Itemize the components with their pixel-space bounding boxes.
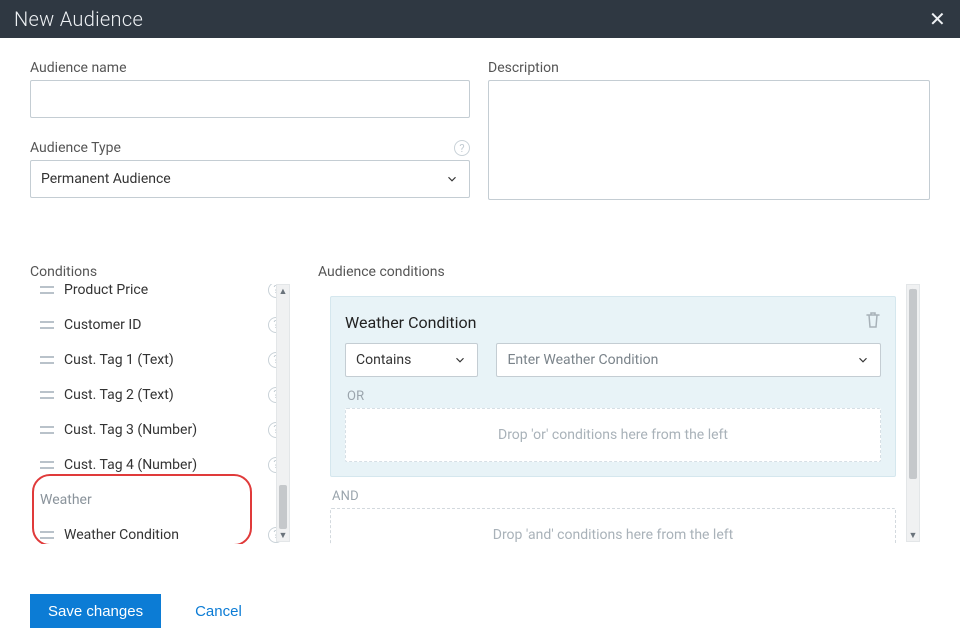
cancel-button[interactable]: Cancel: [189, 602, 248, 621]
condition-title: Weather Condition: [345, 313, 476, 332]
condition-item-cust-tag-1[interactable]: Cust. Tag 1 (Text) ?: [30, 342, 290, 377]
condition-item-label: Cust. Tag 4 (Number): [64, 457, 197, 473]
value-placeholder: Enter Weather Condition: [507, 352, 658, 368]
trash-icon[interactable]: [865, 311, 881, 333]
drag-handle-icon: [40, 356, 54, 364]
condition-item-label: Cust. Tag 1 (Text): [64, 352, 174, 368]
or-drop-text: Drop 'or' conditions here from the left: [498, 427, 728, 443]
modal-titlebar: New Audience ✕: [0, 0, 960, 38]
modal-title: New Audience: [14, 7, 143, 31]
help-icon[interactable]: ?: [454, 140, 470, 156]
or-drop-zone[interactable]: Drop 'or' conditions here from the left: [345, 408, 881, 462]
operator-select[interactable]: Contains: [345, 343, 478, 377]
condition-item-cust-tag-4[interactable]: Cust. Tag 4 (Number) ?: [30, 447, 290, 482]
condition-item-label: Customer ID: [64, 317, 141, 333]
drag-handle-icon: [40, 531, 54, 539]
condition-item-label: Product Price: [64, 284, 148, 298]
condition-item-cust-tag-3[interactable]: Cust. Tag 3 (Number) ?: [30, 412, 290, 447]
chevron-down-icon: [453, 353, 467, 367]
audience-type-label: Audience Type: [30, 140, 121, 156]
description-textarea[interactable]: [488, 80, 930, 200]
scroll-thumb[interactable]: [279, 485, 287, 529]
and-group-label: AND: [332, 489, 896, 504]
drag-handle-icon: [40, 426, 54, 434]
condition-item-customer-id[interactable]: Customer ID ?: [30, 307, 290, 342]
scroll-thumb[interactable]: [909, 289, 917, 479]
and-drop-text: Drop 'and' conditions here from the left: [493, 527, 733, 543]
close-icon[interactable]: ✕: [929, 9, 946, 29]
condition-group-label: Weather: [40, 492, 92, 508]
audience-conditions-heading: Audience conditions: [318, 264, 930, 280]
chevron-down-icon: [856, 353, 870, 367]
modal-footer: Save changes Cancel: [0, 580, 960, 644]
scroll-up-icon[interactable]: ▲: [277, 285, 289, 297]
canvas-scrollbar[interactable]: ▲ ▼: [906, 284, 920, 542]
condition-item-label: Cust. Tag 3 (Number): [64, 422, 197, 438]
drag-handle-icon: [40, 286, 54, 294]
drag-handle-icon: [40, 321, 54, 329]
value-select[interactable]: Enter Weather Condition: [496, 343, 881, 377]
chevron-down-icon: [445, 172, 459, 186]
scroll-down-icon[interactable]: ▼: [277, 529, 289, 541]
audience-type-value: Permanent Audience: [41, 171, 171, 187]
and-drop-zone[interactable]: Drop 'and' conditions here from the left: [330, 508, 896, 544]
conditions-heading: Conditions: [30, 264, 300, 280]
condition-item-weather-condition[interactable]: Weather Condition ?: [30, 517, 290, 544]
palette-scrollbar[interactable]: ▲ ▼: [276, 284, 290, 542]
audience-type-select[interactable]: Permanent Audience: [30, 160, 470, 198]
audience-name-label: Audience name: [30, 60, 470, 76]
operator-value: Contains: [356, 352, 411, 368]
condition-group-weather: Weather: [30, 482, 290, 517]
condition-item-label: Weather Condition: [64, 527, 179, 543]
drag-handle-icon: [40, 391, 54, 399]
scroll-down-icon[interactable]: ▼: [907, 529, 919, 541]
main-scrollbar[interactable]: [950, 38, 960, 580]
condition-item-label: Cust. Tag 2 (Text): [64, 387, 174, 403]
condition-item-product-price[interactable]: Product Price ?: [30, 284, 290, 307]
save-button[interactable]: Save changes: [30, 594, 161, 628]
audience-name-input[interactable]: [30, 80, 470, 118]
or-group-label: OR: [347, 389, 881, 404]
drag-handle-icon: [40, 461, 54, 469]
description-label: Description: [488, 60, 930, 76]
or-condition-block: Weather Condition Contains: [330, 296, 896, 477]
condition-item-cust-tag-2[interactable]: Cust. Tag 2 (Text) ?: [30, 377, 290, 412]
